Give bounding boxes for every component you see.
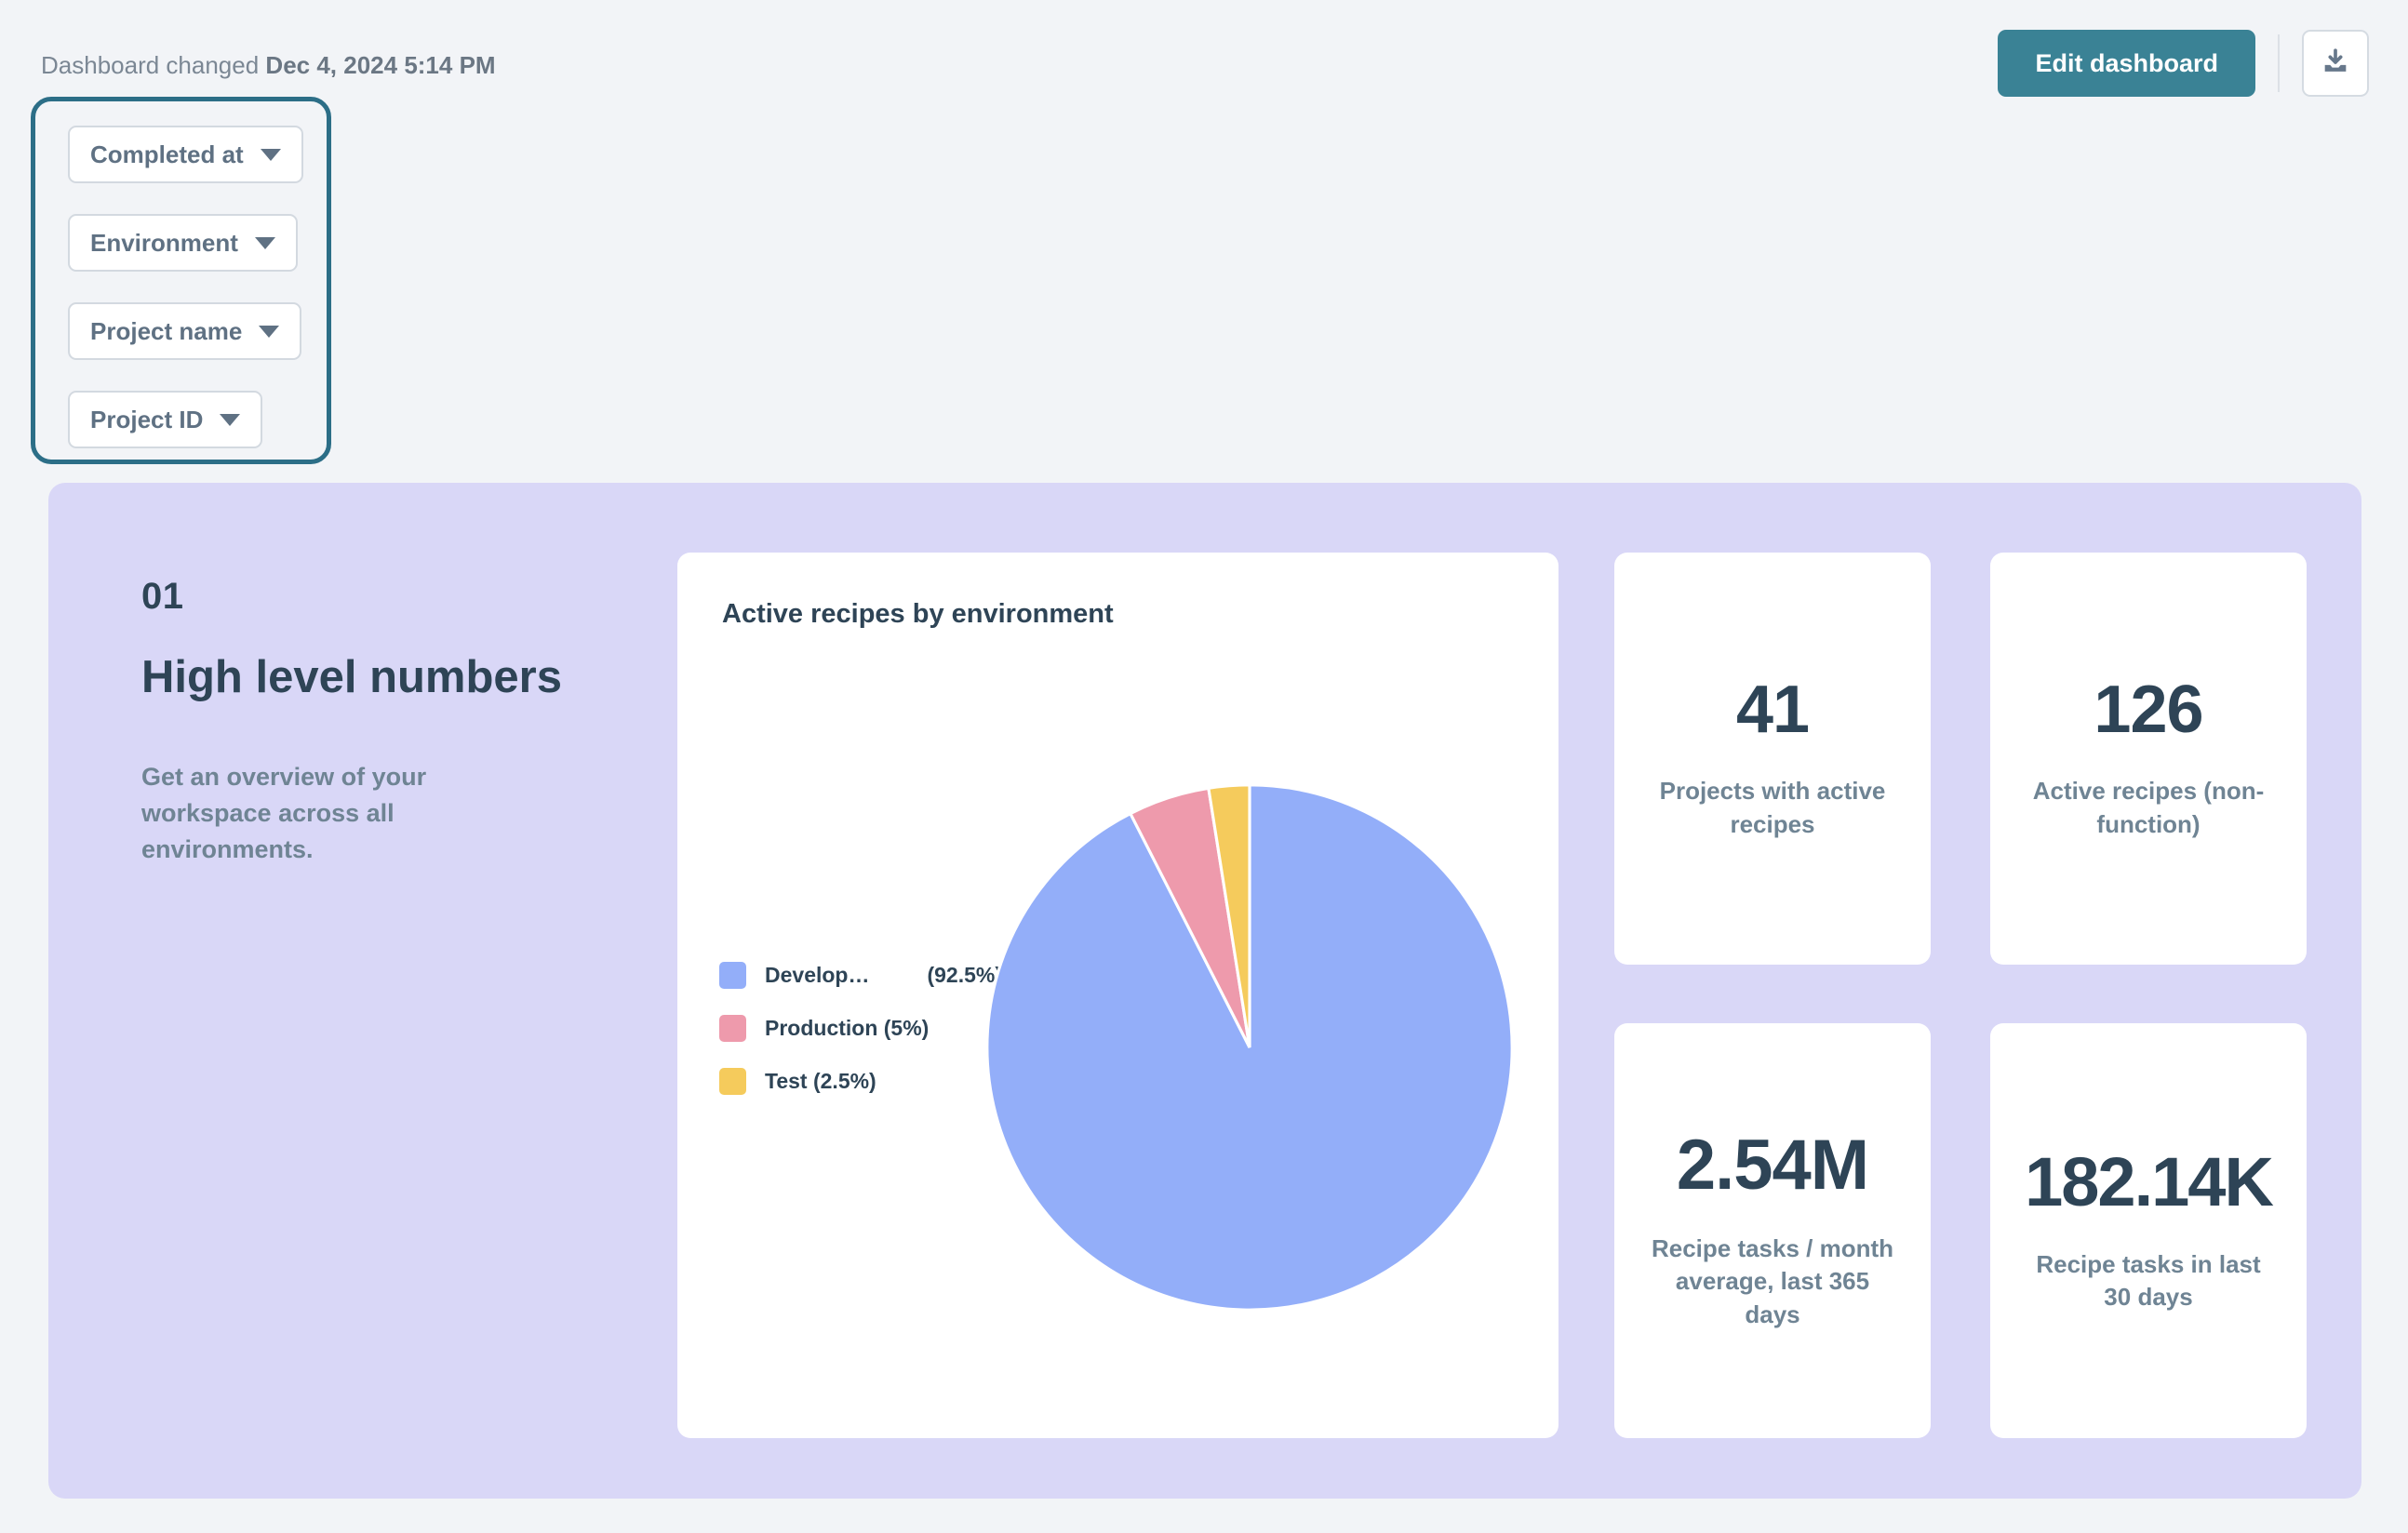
top-bar: Dashboard changed Dec 4, 2024 5:14 PM Ed… (0, 0, 2408, 121)
filter-project-name-label: Project name (90, 317, 242, 346)
legend-swatch-icon (719, 1015, 746, 1042)
chevron-down-icon (220, 414, 240, 426)
legend-swatch-icon (719, 962, 746, 989)
kpi-card-recipe-tasks-month-average: 2.54M Recipe tasks / month average, last… (1614, 1023, 1931, 1438)
kpi-card-active-recipes-non-function: 126 Active recipes (non-function) (1990, 553, 2307, 965)
pie-chart (984, 779, 1515, 1316)
kpi-label: Active recipes (non-function) (2022, 775, 2275, 840)
legend-label-development: Develop… (765, 963, 869, 988)
download-icon (2320, 47, 2351, 81)
chart-title: Active recipes by environment (722, 599, 1114, 630)
dashboard-changed-timestamp: Dec 4, 2024 5:14 PM (265, 51, 495, 79)
filter-environment-label: Environment (90, 229, 238, 258)
filter-project-id[interactable]: Project ID (68, 391, 262, 448)
filter-environment[interactable]: Environment (68, 214, 298, 272)
chevron-down-icon (255, 237, 275, 249)
chevron-down-icon (259, 326, 279, 338)
dashboard-changed-prefix: Dashboard changed (41, 51, 259, 79)
dashboard-page: Dashboard changed Dec 4, 2024 5:14 PM Ed… (0, 0, 2408, 1533)
filter-completed-at-label: Completed at (90, 140, 244, 169)
kpi-value: 2.54M (1677, 1130, 1868, 1201)
section-intro: 01 High level numbers Get an overview of… (141, 576, 644, 868)
legend-item-development[interactable]: Develop… (92.5%) (719, 962, 1002, 989)
kpi-card-recipe-tasks-last-30-days: 182.14K Recipe tasks in last 30 days (1990, 1023, 2307, 1438)
chart-legend: Develop… (92.5%) Production (5%) Test (2… (719, 962, 1002, 1095)
toolbar-divider (2278, 34, 2280, 92)
section-number: 01 (141, 576, 644, 618)
kpi-label: Recipe tasks / month average, last 365 d… (1646, 1233, 1899, 1330)
kpi-value: 126 (2094, 676, 2202, 743)
filter-project-name[interactable]: Project name (68, 302, 301, 360)
download-button[interactable] (2302, 30, 2369, 97)
legend-label-production: Production (5%) (765, 1016, 929, 1041)
dashboard-changed-line: Dashboard changed Dec 4, 2024 5:14 PM (41, 51, 496, 80)
kpi-label: Recipe tasks in last 30 days (2022, 1248, 2275, 1313)
section-title: High level numbers (141, 653, 644, 703)
section-description: Get an overview of your workspace across… (141, 759, 560, 868)
kpi-value: 41 (1736, 676, 1809, 743)
filter-project-id-label: Project ID (90, 406, 203, 434)
legend-swatch-icon (719, 1068, 746, 1095)
filter-panel: Completed at Environment Project name Pr… (31, 97, 331, 464)
edit-dashboard-button[interactable]: Edit dashboard (1998, 30, 2255, 97)
legend-item-production[interactable]: Production (5%) (719, 1015, 1002, 1042)
kpi-value: 182.14K (2025, 1148, 2272, 1217)
legend-label-test: Test (2.5%) (765, 1069, 876, 1094)
filter-completed-at[interactable]: Completed at (68, 126, 303, 183)
kpi-label: Projects with active recipes (1646, 775, 1899, 840)
kpi-card-projects-with-active-recipes: 41 Projects with active recipes (1614, 553, 1931, 965)
chevron-down-icon (261, 149, 281, 161)
legend-item-test[interactable]: Test (2.5%) (719, 1068, 1002, 1095)
top-bar-actions: Edit dashboard (1998, 30, 2369, 97)
chart-card-active-recipes: Active recipes by environment Develop… (… (677, 553, 1559, 1438)
